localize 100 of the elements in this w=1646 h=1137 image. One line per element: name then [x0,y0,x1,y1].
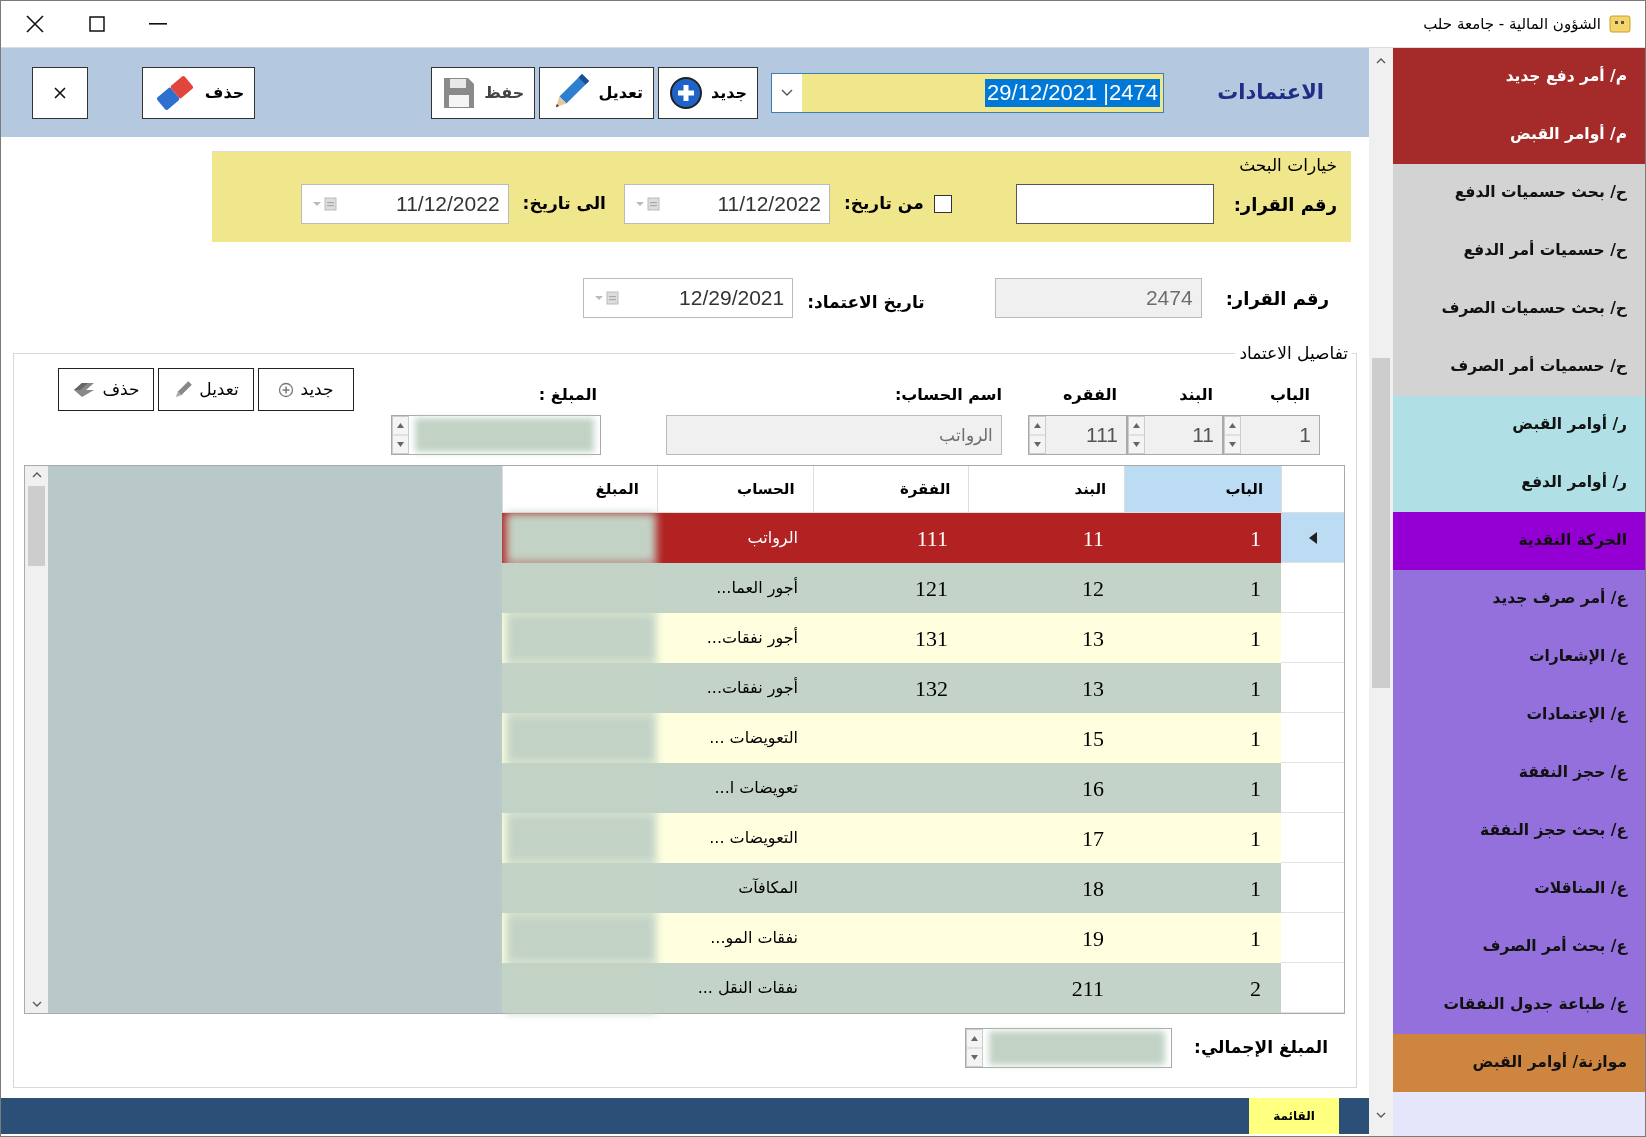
field-label: الباب [1268,384,1311,406]
number-spinner[interactable]: 111 [1028,415,1127,455]
column-header[interactable]: الباب [1124,466,1282,513]
field-label: تاريخ الاعتماد: [807,291,925,315]
sidebar-item[interactable]: ع/ الإشعارات [1393,628,1645,686]
spin-buttons-icon[interactable] [1128,416,1145,454]
scrollbar-thumb[interactable] [1372,358,1390,688]
sidebar-item[interactable]: ع/ بحث حجز النفقة [1393,802,1645,860]
menu-tab[interactable]: القائمة [1249,1098,1339,1134]
table-cell-text: تعويضات ا... [714,777,798,800]
column-header[interactable]: البند [968,466,1125,513]
column-header[interactable]: المبلغ [502,466,657,513]
date-filter-checkbox[interactable] [933,195,952,213]
sidebar-item[interactable]: ر/ أوامر الدفع [1393,454,1645,512]
minimize-icon[interactable] [149,22,167,26]
table-cell-text: المكافآت [738,877,798,899]
close-button[interactable] [31,66,88,119]
table-cell-text: 13 [1082,624,1104,653]
edit-button[interactable]: تعديل [158,368,254,411]
scroll-down-icon[interactable] [31,1001,42,1007]
number-spinner[interactable]: 11 [1127,415,1223,455]
table-cell-text: 1 [1250,824,1261,853]
field-label: اسم الحساب: [893,384,1002,406]
number-spinner[interactable]: 1 [1223,415,1320,455]
sidebar-item[interactable]: ع/ المناقلات [1393,860,1645,918]
delete-button[interactable]: حذف [58,368,154,411]
scroll-up-icon[interactable] [1376,58,1386,64]
maximize-icon[interactable] [89,16,105,32]
close-icon [52,85,67,100]
table-cell-text: 1 [1250,674,1261,703]
plus-circle-icon [278,381,295,398]
table-cell-text: 1 [1250,624,1261,653]
table-cell-text: 132 [915,674,948,703]
table-cell-text: 15 [1082,724,1104,753]
column-header[interactable]: الحساب [656,466,813,513]
field-label: رقم القرار: [1233,192,1337,218]
sidebar-item[interactable]: ح/ بحث حسميات الدفع [1393,164,1645,222]
spin-buttons-icon[interactable] [1029,416,1046,454]
table-cell-text: 17 [1082,824,1104,853]
delete-button[interactable]: حذف [141,66,256,119]
table-cell-text: 19 [1082,924,1104,953]
sidebar-item[interactable]: ع/ الإعتمادات [1393,686,1645,744]
scrollbar[interactable] [1369,48,1393,1136]
plus-circle-icon [668,75,703,110]
sidebar-item[interactable]: ح/ حسميات أمر الصرف [1393,338,1645,396]
table-cell: أجور نفقات... [706,676,798,700]
field-label: المبلغ : [537,384,598,406]
sidebar-item[interactable]: ع/ أمر صرف جديد [1393,570,1645,628]
decision-number-field[interactable] [1015,184,1214,224]
current-row-icon [1308,531,1317,544]
app-icon [1609,14,1631,34]
sidebar-item[interactable]: ح/ بحث حسميات الصرف [1393,280,1645,338]
table-cell-text: نفقات النقل ... [697,977,798,999]
table-cell-text: 2 [1250,974,1261,1003]
field-label: البند [1178,384,1214,406]
column-header[interactable]: الفقرة [812,466,969,513]
spin-buttons-icon[interactable] [966,1029,984,1067]
table-cell-text: 11 [1082,524,1104,553]
sidebar-item[interactable]: ع/ حجز النفقة [1393,744,1645,802]
table-cell-text: 111 [916,524,948,553]
table-cell-text: 211 [1071,974,1104,1003]
scrollbar-thumb[interactable] [28,486,45,566]
window-title: الشؤون المالية - جامعة حلب [1423,13,1601,35]
table-cell-text: 1 [1250,874,1261,903]
sidebar-item[interactable]: م/ أوامر القبض [1393,106,1645,164]
record-selector[interactable]: 2474| 29/12/2021 [771,72,1164,113]
sidebar-item[interactable]: ع/ طباعة جدول النفقات [1393,976,1645,1034]
spin-buttons-icon[interactable] [1224,416,1241,454]
close-icon[interactable] [25,14,45,34]
date-picker[interactable]: 12/29/2021 [583,278,794,318]
edit-button[interactable]: تعديل [539,66,654,119]
group-title: خيارات البحث [1238,154,1337,176]
table-cell-text: 1 [1250,574,1261,603]
table-cell-text: التعويضات ... [709,727,798,750]
table-cell-text: 16 [1082,774,1104,803]
sidebar-item[interactable]: ع/ بحث أمر الصرف [1393,918,1645,976]
table-cell-text: 1 [1250,524,1261,553]
table-cell: أجور العما... [716,576,798,600]
field-label: المبلغ الإجمالي: [1194,1036,1328,1060]
new-button[interactable]: جديد [657,66,758,119]
scrollbar[interactable] [25,466,48,1013]
sidebar-item[interactable]: موازنة/ أوامر القبض [1393,1034,1645,1092]
new-button[interactable]: جديد [258,368,354,411]
table-cell-text: التعويضات ... [709,827,798,850]
sidebar-item[interactable]: ر/ أوامر القبض [1393,396,1645,454]
sidebar-item[interactable]: ح/ حسميات أمر الدفع [1393,222,1645,280]
header-corner [1281,466,1344,513]
table-cell-text: 1 [1250,724,1261,753]
sidebar-item[interactable]: م/ أمر دفع جديد [1393,48,1645,106]
date-picker[interactable]: 11/12/2022 [623,184,830,224]
table-cell-text: 121 [915,574,948,603]
field-label: رقم القرار: [1225,286,1329,312]
scroll-down-icon[interactable] [1376,1111,1386,1118]
spin-buttons-icon[interactable] [392,416,409,454]
date-picker[interactable]: 11/12/2022 [300,184,509,224]
field-label: الفقره [1062,384,1118,406]
scroll-up-icon[interactable] [31,472,42,478]
table-cell-text: 1 [1250,924,1261,953]
table-cell-text: نفقات المو... [710,927,798,950]
form-title: الاعتمادات [1216,78,1324,106]
